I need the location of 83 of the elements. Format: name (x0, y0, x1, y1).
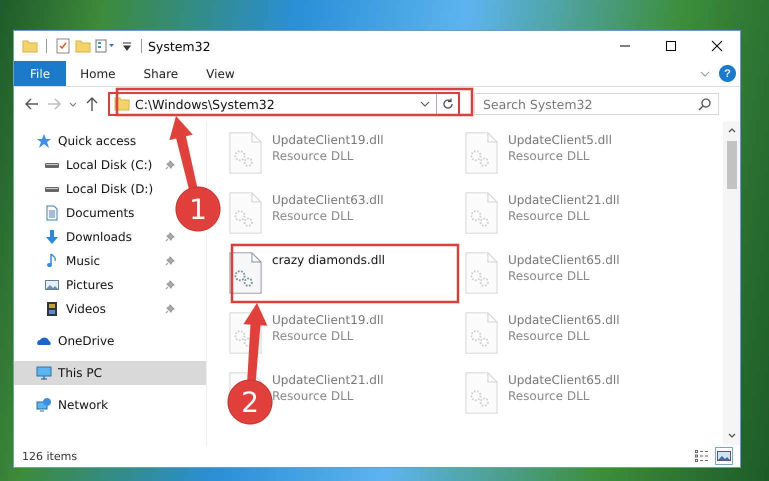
sidebar-item[interactable]: Documents (14, 201, 142, 225)
properties-icon[interactable] (95, 38, 117, 54)
file-type: Resource DLL (272, 329, 354, 343)
sidebar-item[interactable]: Downloads (14, 225, 186, 249)
file-name[interactable]: UpdateClient21.dll (272, 373, 384, 387)
sidebar-item[interactable]: Network (14, 393, 116, 417)
computer-icon (36, 365, 52, 381)
drive-icon (44, 161, 60, 169)
gear-file-icon (465, 251, 498, 295)
file-name[interactable]: UpdateClient19.dll (272, 313, 384, 327)
file-type: Resource DLL (508, 389, 590, 403)
file-name[interactable]: UpdateClient63.dll (272, 193, 384, 207)
sidebar-item[interactable]: Local Disk (D:) (14, 177, 162, 201)
item-count: 126 items (22, 450, 78, 462)
gear-file-icon (229, 191, 262, 235)
drive-icon (44, 185, 60, 193)
window-title: System32 (148, 38, 211, 54)
down-arrow-icon (44, 229, 60, 245)
gear-file-icon (229, 251, 262, 295)
sidebar-label: Local Disk (C:) (66, 158, 152, 172)
scrollbar-thumb[interactable] (726, 141, 736, 189)
up-arrow-icon[interactable] (84, 96, 100, 112)
sidebar-label: Documents (66, 206, 134, 220)
sidebar-label: This PC (58, 366, 102, 380)
ribbon-tab[interactable]: View (192, 61, 249, 86)
sidebar-label: Local Disk (D:) (66, 182, 154, 196)
details-view-icon[interactable] (694, 448, 710, 464)
file-name[interactable]: crazy diamonds.dll (272, 253, 386, 267)
address-path: C:\Windows\System32 (135, 96, 276, 112)
sidebar-label: Pictures (66, 278, 114, 292)
file-type: Resource DLL (508, 149, 590, 163)
sidebar-label: Network (58, 398, 108, 412)
vertical-scrollbar[interactable] (723, 121, 740, 445)
sidebar-item[interactable]: Local Disk (C:) (14, 153, 186, 177)
document-icon (44, 205, 60, 221)
gear-file-icon (465, 311, 498, 355)
sidebar-item[interactable]: Quick access (14, 129, 144, 153)
ribbon-tab[interactable]: File (14, 61, 66, 86)
file-type: Resource DLL (508, 269, 590, 283)
file-type: Resource DLL (508, 329, 590, 343)
sidebar-label: Quick access (58, 134, 136, 148)
sidebar-label: Downloads (66, 230, 132, 244)
sidebar-label: OneDrive (58, 334, 114, 348)
file-type: Resource DLL (272, 209, 354, 223)
ribbon-tab[interactable]: Share (130, 61, 192, 86)
sidebar-item[interactable]: Music (14, 249, 186, 273)
large-icons-view-icon[interactable] (716, 448, 732, 464)
file-name[interactable]: UpdateClient19.dll (272, 133, 384, 147)
gear-file-icon (465, 131, 498, 175)
dropdown-icon[interactable] (121, 40, 133, 52)
file-name[interactable]: UpdateClient65.dll (508, 253, 620, 267)
sidebar-label: Videos (66, 302, 106, 316)
gear-file-icon (465, 191, 498, 235)
gear-file-icon (465, 371, 498, 415)
close-icon (711, 40, 723, 52)
back-arrow-icon[interactable] (24, 96, 40, 112)
picture-icon (44, 277, 60, 293)
step-number: 2 (241, 386, 259, 419)
address-bar[interactable]: C:\Windows\System32 (108, 92, 460, 116)
file-type: Resource DLL (508, 209, 590, 223)
file-name[interactable]: UpdateClient65.dll (508, 373, 620, 387)
gear-file-icon (229, 131, 262, 175)
sidebar-item[interactable]: This PC (14, 361, 206, 385)
maximize-icon (665, 40, 677, 52)
star-icon (36, 133, 52, 149)
search-field[interactable]: Search System32 (474, 93, 719, 115)
sidebar-item[interactable]: Pictures (14, 273, 186, 297)
search-icon (698, 97, 712, 111)
step-number: 1 (189, 193, 207, 226)
refresh-icon (440, 97, 454, 111)
file-name[interactable]: UpdateClient65.dll (508, 313, 620, 327)
film-icon (44, 301, 60, 317)
file-type: Resource DLL (272, 149, 354, 163)
sidebar-label: Music (66, 254, 100, 268)
help-button[interactable]: ? (719, 65, 736, 82)
ribbon-tab[interactable]: Home (66, 61, 130, 86)
file-name[interactable]: UpdateClient21.dll (508, 193, 620, 207)
file-type: Resource DLL (272, 389, 354, 403)
checklist-icon[interactable] (55, 38, 71, 54)
sidebar-item[interactable]: OneDrive (14, 329, 122, 353)
sidebar-item[interactable]: Videos (14, 297, 186, 321)
network-icon (36, 397, 52, 413)
file-name[interactable]: UpdateClient5.dll (508, 133, 612, 147)
